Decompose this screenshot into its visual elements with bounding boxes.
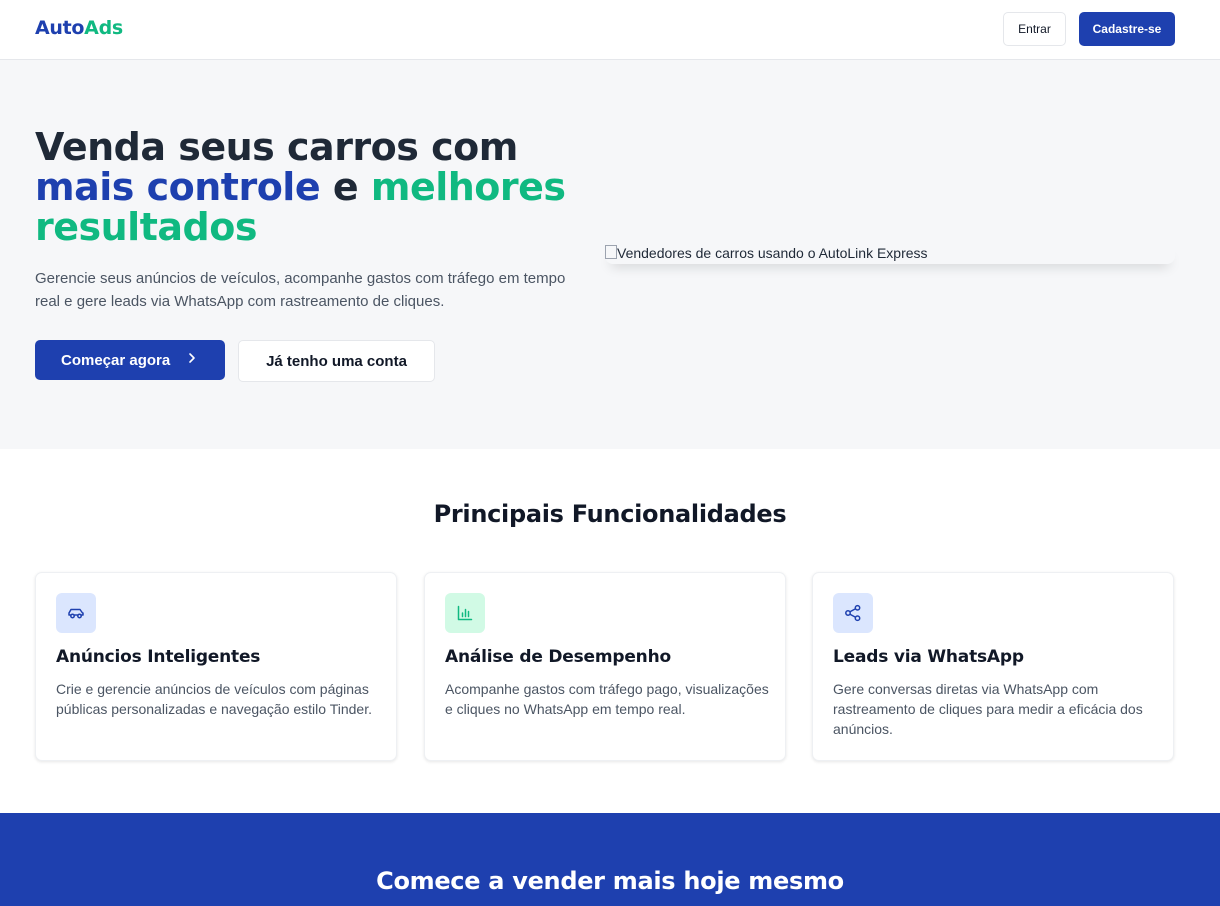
hero-section: Venda seus carros com mais controle e me… bbox=[0, 60, 1220, 449]
logo-part-auto: Auto bbox=[35, 17, 85, 39]
car-icon bbox=[68, 608, 84, 619]
feature-icon-box bbox=[56, 593, 96, 633]
hero-image: Vendedores de carros usando o AutoLink E… bbox=[605, 244, 1175, 264]
hero-title: Venda seus carros com mais controle e me… bbox=[35, 127, 595, 247]
feature-card-whatsapp-leads: Leads via WhatsApp Gere conversas direta… bbox=[812, 572, 1174, 761]
feature-card-title: Anúncios Inteligentes bbox=[56, 647, 261, 667]
feature-card-text: Gere conversas diretas via WhatsApp com … bbox=[833, 681, 1143, 737]
feature-card-smart-ads: Anúncios Inteligentes Crie e gerencie an… bbox=[35, 572, 397, 761]
feature-card-title: Leads via WhatsApp bbox=[833, 647, 1024, 667]
bar-chart-icon bbox=[457, 605, 473, 621]
feature-card-text: Crie e gerencie anúncios de veículos com… bbox=[56, 681, 372, 717]
signup-button[interactable]: Cadastre-se bbox=[1079, 12, 1175, 46]
hero-title-connector: e bbox=[320, 165, 371, 209]
feature-icon-box bbox=[445, 593, 485, 633]
top-navbar: AutoAds Entrar Cadastre-se bbox=[0, 0, 1220, 60]
feature-card-text: Acompanhe gastos com tráfego pago, visua… bbox=[445, 681, 769, 717]
start-now-button[interactable]: Começar agora bbox=[35, 340, 225, 380]
cta-section: Comece a vender mais hoje mesmo bbox=[0, 813, 1220, 906]
hero-subtitle: Gerencie seus anúncios de veículos, acom… bbox=[35, 270, 566, 310]
feature-card-performance: Análise de Desempenho Acompanhe gastos c… bbox=[424, 572, 786, 761]
features-title: Principais Funcionalidades bbox=[433, 500, 787, 528]
hero-title-highlight-blue: mais controle bbox=[35, 165, 321, 209]
feature-icon-box bbox=[833, 593, 873, 633]
start-now-label: Começar agora bbox=[61, 351, 171, 369]
login-button[interactable]: Entrar bbox=[1003, 12, 1066, 46]
hero-title-line1: Venda seus carros com bbox=[35, 125, 518, 169]
logo-part-ads: Ads bbox=[84, 17, 123, 39]
share-icon bbox=[845, 604, 861, 622]
chevron-right-icon bbox=[189, 353, 195, 363]
hero-image-alt-text: Vendedores de carros usando o AutoLink E… bbox=[617, 245, 928, 261]
logo[interactable]: AutoAds bbox=[35, 17, 123, 39]
cta-title: Comece a vender mais hoje mesmo bbox=[376, 867, 844, 895]
feature-card-title: Análise de Desempenho bbox=[445, 647, 671, 667]
broken-image-icon bbox=[605, 245, 617, 259]
have-account-button[interactable]: Já tenho uma conta bbox=[238, 340, 435, 382]
